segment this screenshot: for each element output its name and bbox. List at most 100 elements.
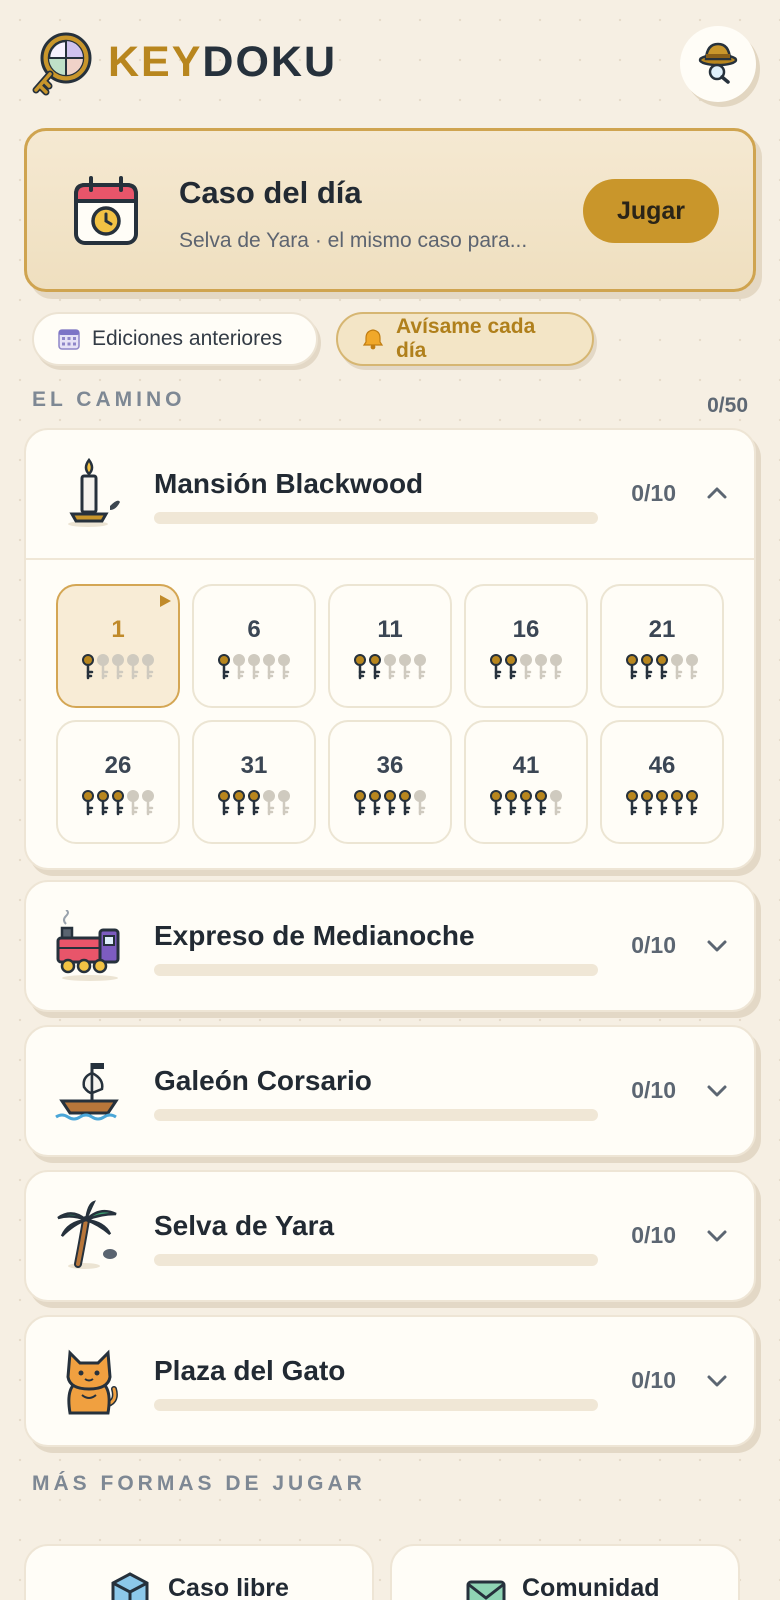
world-name: Selva de Yara	[154, 1210, 335, 1241]
free-case-label: Caso libre	[168, 1574, 289, 1600]
world-progress-count: 0/10	[631, 1077, 676, 1103]
envelope-icon	[466, 1578, 506, 1600]
key-filled-icon	[534, 790, 548, 821]
key-empty-icon	[126, 654, 140, 685]
app-header: KEYDOKU	[30, 26, 756, 106]
level-number: 6	[247, 616, 261, 643]
world-card-galeon[interactable]: Galeón Corsario 0/10	[24, 1025, 756, 1157]
level-keys	[602, 790, 722, 821]
key-empty-icon	[111, 654, 125, 685]
magnifier-key-logo-icon	[30, 30, 94, 100]
daily-case-card: Caso del día Selva de Yara · el mismo ca…	[24, 128, 756, 292]
key-filled-icon	[368, 654, 382, 685]
chevron-down-icon[interactable]	[706, 1079, 728, 1101]
level-number: 11	[377, 616, 403, 643]
key-empty-icon	[549, 654, 563, 685]
key-filled-icon	[217, 790, 231, 821]
world-progress-bar	[154, 964, 598, 976]
key-empty-icon	[383, 654, 397, 685]
key-filled-icon	[504, 654, 518, 685]
chevron-down-icon[interactable]	[706, 934, 728, 956]
play-button[interactable]: Jugar	[583, 179, 719, 243]
world-name: Plaza del Gato	[154, 1355, 346, 1386]
world-header[interactable]: Plaza del Gato 0/10	[26, 1317, 754, 1445]
key-empty-icon	[670, 654, 684, 685]
world-header[interactable]: Mansión Blackwood 0/10	[26, 430, 754, 558]
calendar-grid-icon	[58, 328, 80, 350]
chevron-down-icon[interactable]	[706, 1369, 728, 1391]
app-title: KEYDOKU	[108, 38, 338, 86]
community-label: Comunidad	[522, 1574, 660, 1600]
world-card-selva[interactable]: Selva de Yara 0/10	[24, 1170, 756, 1302]
level-number: 1	[111, 616, 125, 643]
key-filled-icon	[368, 790, 382, 821]
key-filled-icon	[353, 654, 367, 685]
chevron-up-icon[interactable]	[706, 482, 728, 504]
key-empty-icon	[141, 654, 155, 685]
world-progress-count: 0/10	[631, 1222, 676, 1248]
world-progress-count: 0/10	[631, 480, 676, 506]
world-header[interactable]: Galeón Corsario 0/10	[26, 1027, 754, 1155]
level-keys	[58, 654, 178, 685]
key-filled-icon	[232, 790, 246, 821]
profile-button[interactable]	[680, 26, 756, 102]
level-number: 21	[648, 616, 676, 643]
path-progress-count: 0/50	[707, 394, 748, 417]
level-tile[interactable]: 6	[192, 584, 316, 708]
world-card-expreso[interactable]: Expreso de Medianoche 0/10	[24, 880, 756, 1012]
daily-case-subtitle: Selva de Yara · el mismo caso para...	[179, 229, 528, 252]
level-keys	[602, 654, 722, 685]
key-empty-icon	[247, 654, 261, 685]
world-name: Expreso de Medianoche	[154, 920, 475, 951]
notify-daily-label: Avísame cada día	[396, 315, 536, 362]
free-case-button[interactable]: Caso libre	[24, 1544, 374, 1600]
ship-icon	[54, 1055, 124, 1127]
key-filled-icon	[383, 790, 397, 821]
level-tile[interactable]: 1	[56, 584, 180, 708]
level-tile[interactable]: 36	[328, 720, 452, 844]
level-keys	[466, 654, 586, 685]
community-button[interactable]: Comunidad	[390, 1544, 740, 1600]
level-keys	[194, 654, 314, 685]
palm-tree-icon	[54, 1200, 124, 1272]
train-icon	[54, 909, 124, 982]
key-empty-icon	[262, 654, 276, 685]
level-tile[interactable]: 31	[192, 720, 316, 844]
key-filled-icon	[640, 654, 654, 685]
key-filled-icon	[489, 654, 503, 685]
level-tile[interactable]: 16	[464, 584, 588, 708]
level-tile[interactable]: 41	[464, 720, 588, 844]
key-filled-icon	[655, 790, 669, 821]
level-tile[interactable]: 46	[600, 720, 724, 844]
key-filled-icon	[640, 790, 654, 821]
previous-editions-button[interactable]: Ediciones anteriores	[32, 312, 318, 366]
key-empty-icon	[126, 790, 140, 821]
world-card-plaza[interactable]: Plaza del Gato 0/10	[24, 1315, 756, 1447]
key-empty-icon	[262, 790, 276, 821]
world-header[interactable]: Expreso de Medianoche 0/10	[26, 882, 754, 1010]
level-keys	[330, 654, 450, 685]
key-empty-icon	[549, 790, 563, 821]
key-filled-icon	[504, 790, 518, 821]
key-empty-icon	[277, 654, 291, 685]
cube-icon	[110, 1572, 150, 1600]
calendar-clock-icon	[73, 175, 139, 247]
level-tile[interactable]: 26	[56, 720, 180, 844]
key-filled-icon	[519, 790, 533, 821]
level-tile[interactable]: 21	[600, 584, 724, 708]
key-empty-icon	[96, 654, 110, 685]
level-keys	[194, 790, 314, 821]
more-ways-section-label: MÁS FORMAS DE JUGAR	[32, 1472, 366, 1495]
notify-daily-button[interactable]: Avísame cada día	[336, 312, 594, 366]
level-keys	[466, 790, 586, 821]
key-filled-icon	[670, 790, 684, 821]
chevron-down-icon[interactable]	[706, 1224, 728, 1246]
level-keys	[58, 790, 178, 821]
world-card-blackwood: Mansión Blackwood 0/10 1 6 11 16 21 26 31 36 41 4…	[24, 428, 756, 870]
key-filled-icon	[111, 790, 125, 821]
level-tile[interactable]: 11	[328, 584, 452, 708]
world-header[interactable]: Selva de Yara 0/10	[26, 1172, 754, 1300]
key-filled-icon	[81, 790, 95, 821]
key-empty-icon	[413, 790, 427, 821]
key-empty-icon	[685, 654, 699, 685]
